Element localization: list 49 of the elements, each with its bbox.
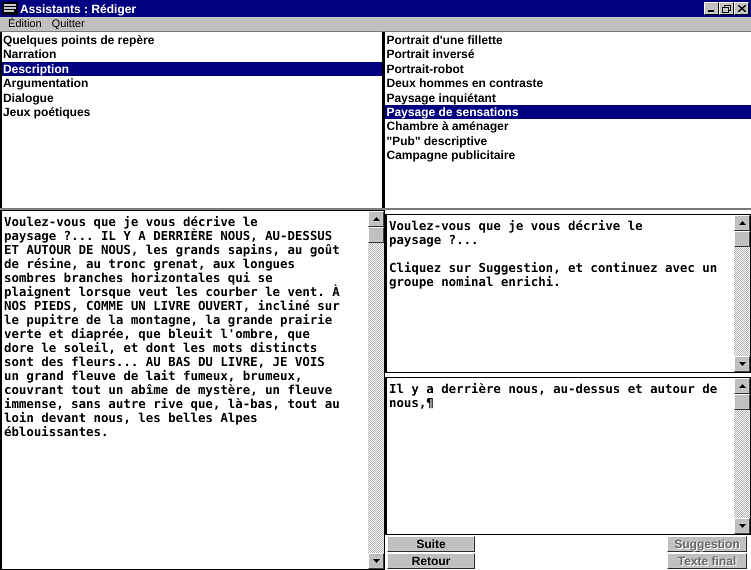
up-arrow-icon: [738, 384, 746, 388]
list-item[interactable]: Portrait inversé: [385, 47, 751, 62]
minimize-button[interactable]: [704, 2, 719, 15]
scroll-down-button[interactable]: [734, 518, 750, 534]
menu-item[interactable]: Quitter: [52, 18, 85, 30]
scrollbar-track[interactable]: [368, 211, 384, 569]
scroll-up-button[interactable]: [734, 215, 750, 231]
answer-field[interactable]: Il y a derrière nous, au-dessus et autour de nous,¶: [385, 376, 751, 535]
down-arrow-icon: [372, 559, 380, 563]
scroll-up-button[interactable]: [368, 211, 384, 227]
list-item[interactable]: Argumentation: [2, 76, 382, 91]
window-title: Assistants : Rédiger: [20, 2, 138, 16]
list-item[interactable]: Campagne publicitaire: [385, 148, 751, 163]
down-arrow-icon: [738, 524, 746, 528]
list-item[interactable]: Quelques points de repère: [2, 33, 382, 48]
nav-button[interactable]: Retour: [387, 553, 475, 569]
list-item[interactable]: "Pub" descriptive: [385, 134, 751, 148]
model-text: Voulez-vous que je vous décrive le paysage ?... IL Y A DERRIÈRE NOUS, AU-DESSUS ET AUTOUR DE NOUS, les grands sapins, au goût de résine, au tronc grenat, aux longues sombres branches horizontales qui se plaignent lorsque veut les courber le vent. À NOS PIEDS, COMME UN LIVRE OUVERT, incliné sur le pupitre de la montagne, la grande prairie verte et diaprée, que bleuit l'ombre, que dore le soleil, et dont les mots distincts sont des fleurs... AU BAS DU LIVRE, JE VOIS un grand fleuve de lait fumeux, brumeux, couvrant tout un abîme de mystère, un fleuve immense, sans autre rive que, là-bas, tout au loin devant nous, les belles Alpes éblouissantes.: [4, 215, 340, 439]
scroll-thumb[interactable]: [368, 227, 384, 243]
scrollbar-track[interactable]: [734, 215, 750, 372]
close-button[interactable]: [734, 2, 749, 15]
list-item[interactable]: Portrait d'une fillette: [385, 33, 751, 48]
list-item[interactable]: Dialogue: [2, 90, 382, 106]
instruction-text: Voulez-vous que je vous décrive le paysage ?...: [389, 219, 644, 247]
up-arrow-icon: [372, 217, 380, 221]
list-item[interactable]: Narration: [2, 47, 382, 62]
up-arrow-icon: [738, 221, 746, 225]
answer-text: Il y a derrière nous, au-dessus et autour de nous,¶: [389, 380, 718, 410]
menu-item[interactable]: Édition: [8, 18, 42, 30]
list-item[interactable]: Paysage de sensations: [385, 105, 751, 120]
list-item[interactable]: Description: [2, 62, 382, 76]
list-item[interactable]: Paysage inquiétant: [385, 90, 751, 106]
down-arrow-icon: [738, 362, 746, 366]
list-item[interactable]: Portrait-robot: [385, 62, 751, 76]
scroll-down-button[interactable]: [368, 553, 384, 569]
scroll-down-button[interactable]: [734, 356, 750, 372]
restore-button[interactable]: [719, 2, 734, 15]
scroll-thumb[interactable]: [734, 231, 750, 247]
scroll-up-button[interactable]: [734, 378, 750, 394]
app-logo-icon: [2, 2, 18, 15]
instruction-text: Cliquez sur Suggestion, et continuez avec un groupe nominal enrichi.: [389, 261, 718, 289]
list-item[interactable]: Chambre à aménager: [385, 119, 751, 134]
scroll-thumb[interactable]: [734, 394, 750, 410]
nav-button[interactable]: Suite: [387, 536, 475, 552]
list-item[interactable]: Jeux poétiques: [2, 105, 382, 120]
restore-icon: [722, 4, 731, 12]
list-item[interactable]: Deux hommes en contraste: [385, 76, 751, 91]
close-icon: [738, 5, 746, 12]
scrollbar-track[interactable]: [734, 378, 750, 534]
